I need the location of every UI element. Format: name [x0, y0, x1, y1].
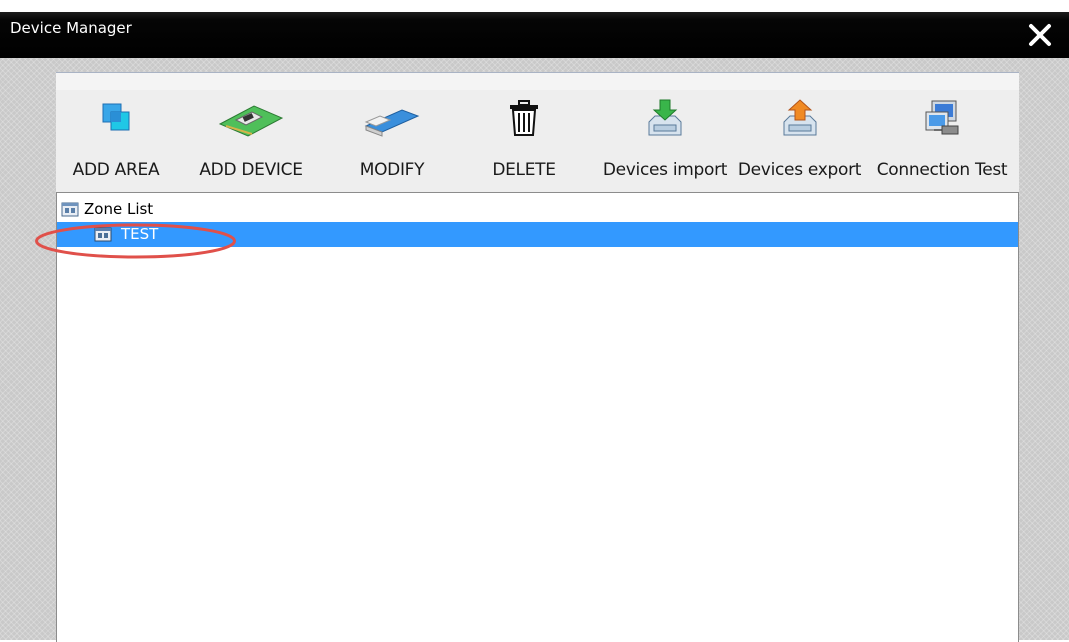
add-area-label: ADD AREA [72, 160, 160, 180]
title-bar-top-strip [0, 0, 1069, 12]
close-button[interactable] [1027, 22, 1053, 48]
delete-label: DELETE [492, 160, 556, 180]
window-title: Device Manager [10, 19, 132, 37]
device-manager-panel: ADD AREA ADD DEVICE MODIFY DELETE Device… [56, 72, 1019, 642]
zone-folder-icon [94, 227, 112, 242]
tree-item-zone-list[interactable]: Zone List [57, 197, 1018, 222]
zone-tree[interactable]: Zone List TEST [56, 192, 1019, 642]
import-icon [648, 99, 682, 136]
devices-export-button[interactable]: Devices export [735, 90, 864, 188]
tree-item-test[interactable]: TEST [57, 222, 1018, 247]
add-device-icon [218, 105, 284, 137]
close-icon [1029, 24, 1051, 46]
tree-item-label: Zone List [84, 200, 154, 218]
connection-test-button[interactable]: Connection Test [865, 90, 1019, 188]
add-area-button[interactable]: ADD AREA [60, 90, 172, 188]
add-device-label: ADD DEVICE [199, 160, 303, 180]
device-manager-window: Device Manager ADD AREA ADD DEVICE MODIF… [0, 0, 1069, 642]
trash-icon [510, 100, 538, 136]
add-area-icon [102, 103, 130, 131]
connection-test-icon [925, 100, 959, 135]
toolbar: ADD AREA ADD DEVICE MODIFY DELETE Device… [56, 90, 1019, 188]
tree-item-label: TEST [121, 225, 159, 243]
delete-button[interactable]: DELETE [470, 90, 578, 188]
toolbar-spacer [56, 73, 1019, 90]
devices-export-label: Devices export [737, 160, 862, 180]
add-device-button[interactable]: ADD DEVICE [186, 90, 316, 188]
zone-folder-icon [61, 202, 79, 217]
devices-import-button[interactable]: Devices import [596, 90, 734, 188]
modify-button[interactable]: MODIFY [336, 90, 448, 188]
connection-test-label: Connection Test [876, 160, 1008, 180]
modify-label: MODIFY [359, 160, 425, 180]
devices-import-label: Devices import [602, 160, 728, 180]
title-bar[interactable]: Device Manager [0, 0, 1069, 58]
modify-icon [364, 109, 420, 137]
export-icon [783, 99, 816, 136]
